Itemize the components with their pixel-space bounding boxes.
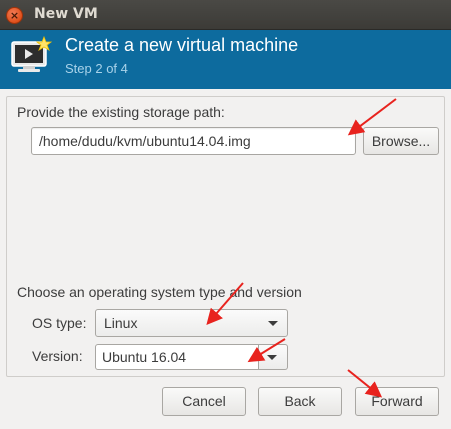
os-section-label: Choose an operating system type and vers…	[17, 284, 302, 300]
os-type-value: Linux	[104, 315, 138, 331]
back-button[interactable]: Back	[258, 387, 342, 416]
storage-path-label: Provide the existing storage path:	[17, 104, 225, 120]
wizard-header: Create a new virtual machine Step 2 of 4	[0, 30, 451, 89]
forward-button[interactable]: Forward	[355, 387, 439, 416]
wizard-step: Step 2 of 4	[65, 61, 128, 76]
chevron-down-icon	[267, 355, 277, 360]
close-button[interactable]: ×	[6, 7, 23, 24]
storage-path-input[interactable]: /home/dudu/kvm/ubuntu14.04.img	[31, 127, 356, 155]
os-type-label: OS type:	[32, 315, 87, 331]
close-icon: ×	[9, 9, 20, 22]
window-title: New VM	[34, 6, 98, 22]
os-version-label: Version:	[32, 348, 83, 364]
os-version-input[interactable]: Ubuntu 16.04	[95, 344, 259, 370]
os-type-select[interactable]: Linux	[95, 309, 288, 337]
chevron-down-icon	[268, 321, 278, 326]
new-vm-monitor-icon	[11, 35, 53, 72]
cancel-button[interactable]: Cancel	[162, 387, 246, 416]
new-vm-window: × New VM Create a new virtual machine St…	[0, 0, 451, 429]
os-version-dropdown-button[interactable]	[259, 344, 288, 370]
title-bar: × New VM	[0, 0, 451, 30]
browse-button[interactable]: Browse...	[363, 127, 439, 155]
wizard-title: Create a new virtual machine	[65, 35, 299, 55]
